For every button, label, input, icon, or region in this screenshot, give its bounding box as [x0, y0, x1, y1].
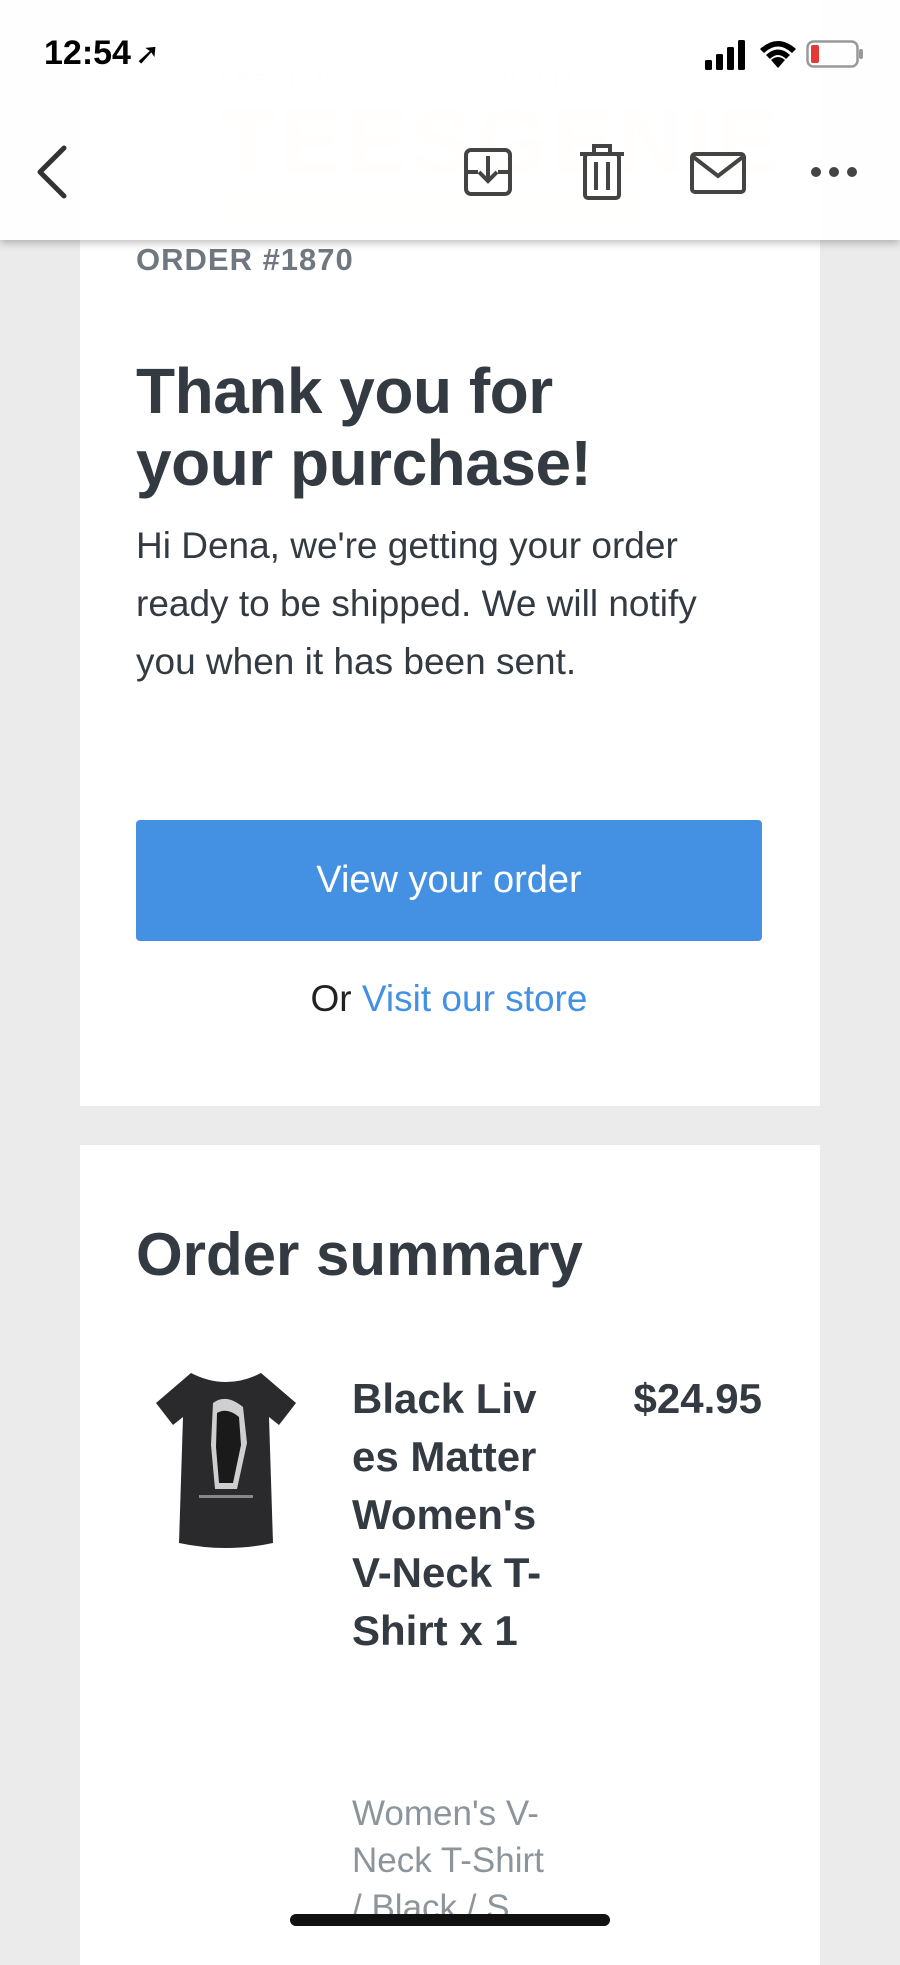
wifi-icon — [760, 41, 796, 68]
order-summary-title: Order summary — [136, 1221, 583, 1288]
mail-icon[interactable] — [686, 140, 750, 204]
status-time: 12:54 ➚ — [44, 34, 160, 73]
status-time-text: 12:54 — [44, 34, 131, 72]
back-chevron-icon[interactable] — [24, 140, 88, 204]
mail-toolbar: 12:54 ➚ — [0, 0, 900, 240]
home-indicator[interactable] — [290, 1914, 610, 1926]
view-order-button[interactable]: View your order — [136, 820, 762, 941]
item-variant: Women's V-Neck T-Shirt / Black / S — [352, 1794, 544, 1927]
trash-icon[interactable] — [570, 140, 634, 204]
location-icon: ➚ — [134, 38, 161, 71]
order-number: ORDER #1870 — [136, 242, 354, 277]
item-price: $24.95 — [633, 1375, 762, 1422]
battery-icon — [806, 40, 863, 68]
intro-text: Hi Dena, we're getting your order ready … — [136, 525, 697, 682]
product-thumbnail[interactable] — [151, 1363, 301, 1553]
or-text: Or — [310, 978, 352, 1019]
thank-you-heading: Thank you for your purchase! — [136, 355, 592, 499]
order-summary-card: Order summary Black Lives Matter Women's… — [80, 1145, 820, 1965]
archive-icon[interactable] — [456, 140, 520, 204]
visit-store-link[interactable]: Visit our store — [362, 978, 588, 1019]
item-title[interactable]: Black Lives Matter Women's V-Neck T-Shir… — [352, 1370, 557, 1660]
email-body: PREMIUMQUALITY TEESGENIE ORDER #1870 Tha… — [40, 0, 860, 1965]
store-link-line: Or Visit our store — [136, 978, 762, 1020]
more-icon[interactable] — [802, 140, 866, 204]
cellular-signal-icon — [705, 40, 745, 70]
